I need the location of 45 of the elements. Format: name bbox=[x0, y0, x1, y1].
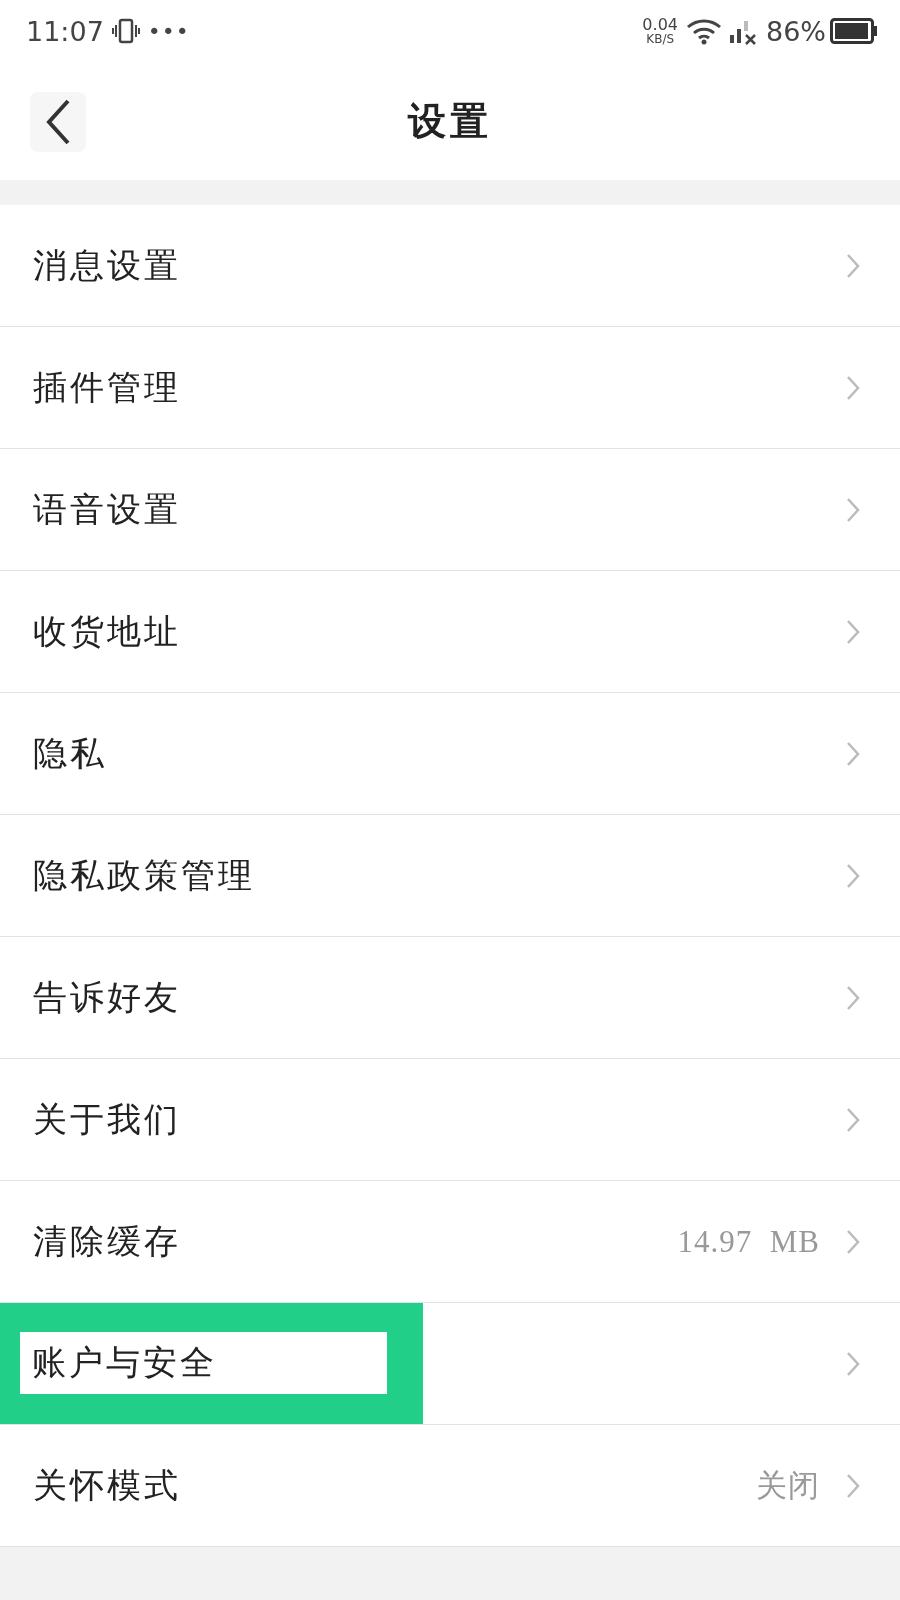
row-label: 隐私 bbox=[33, 733, 107, 774]
chevron-right-icon bbox=[846, 862, 860, 889]
chevron-right-icon bbox=[846, 618, 860, 645]
settings-row[interactable]: 消息设置 bbox=[0, 205, 900, 327]
battery-percent: 86% bbox=[766, 15, 826, 47]
row-label: 账户与安全 bbox=[20, 1332, 387, 1394]
row-label: 插件管理 bbox=[33, 367, 181, 408]
settings-row[interactable]: 关于我们 bbox=[0, 1059, 900, 1181]
chevron-right-icon bbox=[846, 1106, 860, 1133]
row-label: 消息设置 bbox=[33, 245, 181, 286]
row-label: 关怀模式 bbox=[33, 1465, 181, 1506]
page-title: 设置 bbox=[408, 98, 492, 144]
status-time: 11:07 bbox=[26, 15, 104, 47]
settings-row[interactable]: 账户与安全 bbox=[0, 1303, 900, 1425]
settings-row[interactable]: 隐私政策管理 bbox=[0, 815, 900, 937]
row-value: 14.97 MB bbox=[677, 1223, 820, 1260]
chevron-right-icon bbox=[846, 496, 860, 523]
settings-row[interactable]: 隐私 bbox=[0, 693, 900, 815]
settings-row[interactable]: 插件管理 bbox=[0, 327, 900, 449]
more-dots: ••• bbox=[147, 18, 190, 44]
back-icon bbox=[44, 98, 72, 146]
network-speed-unit: KB/S bbox=[646, 33, 675, 45]
settings-row[interactable]: 告诉好友 bbox=[0, 937, 900, 1059]
wifi-icon bbox=[686, 17, 722, 45]
settings-row[interactable]: 关怀模式 关闭 bbox=[0, 1425, 900, 1547]
row-label: 关于我们 bbox=[33, 1099, 181, 1140]
chevron-right-icon bbox=[846, 984, 860, 1011]
chevron-right-icon bbox=[846, 374, 860, 401]
row-label: 隐私政策管理 bbox=[33, 855, 255, 896]
network-speed: 0.04 bbox=[642, 17, 678, 33]
row-label: 清除缓存 bbox=[33, 1221, 181, 1262]
row-label: 告诉好友 bbox=[33, 977, 181, 1018]
settings-row[interactable]: 语音设置 bbox=[0, 449, 900, 571]
chevron-right-icon bbox=[846, 1472, 860, 1499]
row-value: 关闭 bbox=[756, 1466, 820, 1505]
row-label: 语音设置 bbox=[33, 489, 181, 530]
chevron-right-icon bbox=[846, 740, 860, 767]
battery-icon bbox=[830, 18, 878, 44]
vibrate-icon bbox=[111, 17, 140, 45]
back-button[interactable] bbox=[30, 92, 86, 152]
row-label: 收货地址 bbox=[33, 611, 181, 652]
chevron-right-icon bbox=[846, 1350, 860, 1377]
settings-row[interactable]: 收货地址 bbox=[0, 571, 900, 693]
chevron-right-icon bbox=[846, 1228, 860, 1255]
chevron-right-icon bbox=[846, 252, 860, 279]
